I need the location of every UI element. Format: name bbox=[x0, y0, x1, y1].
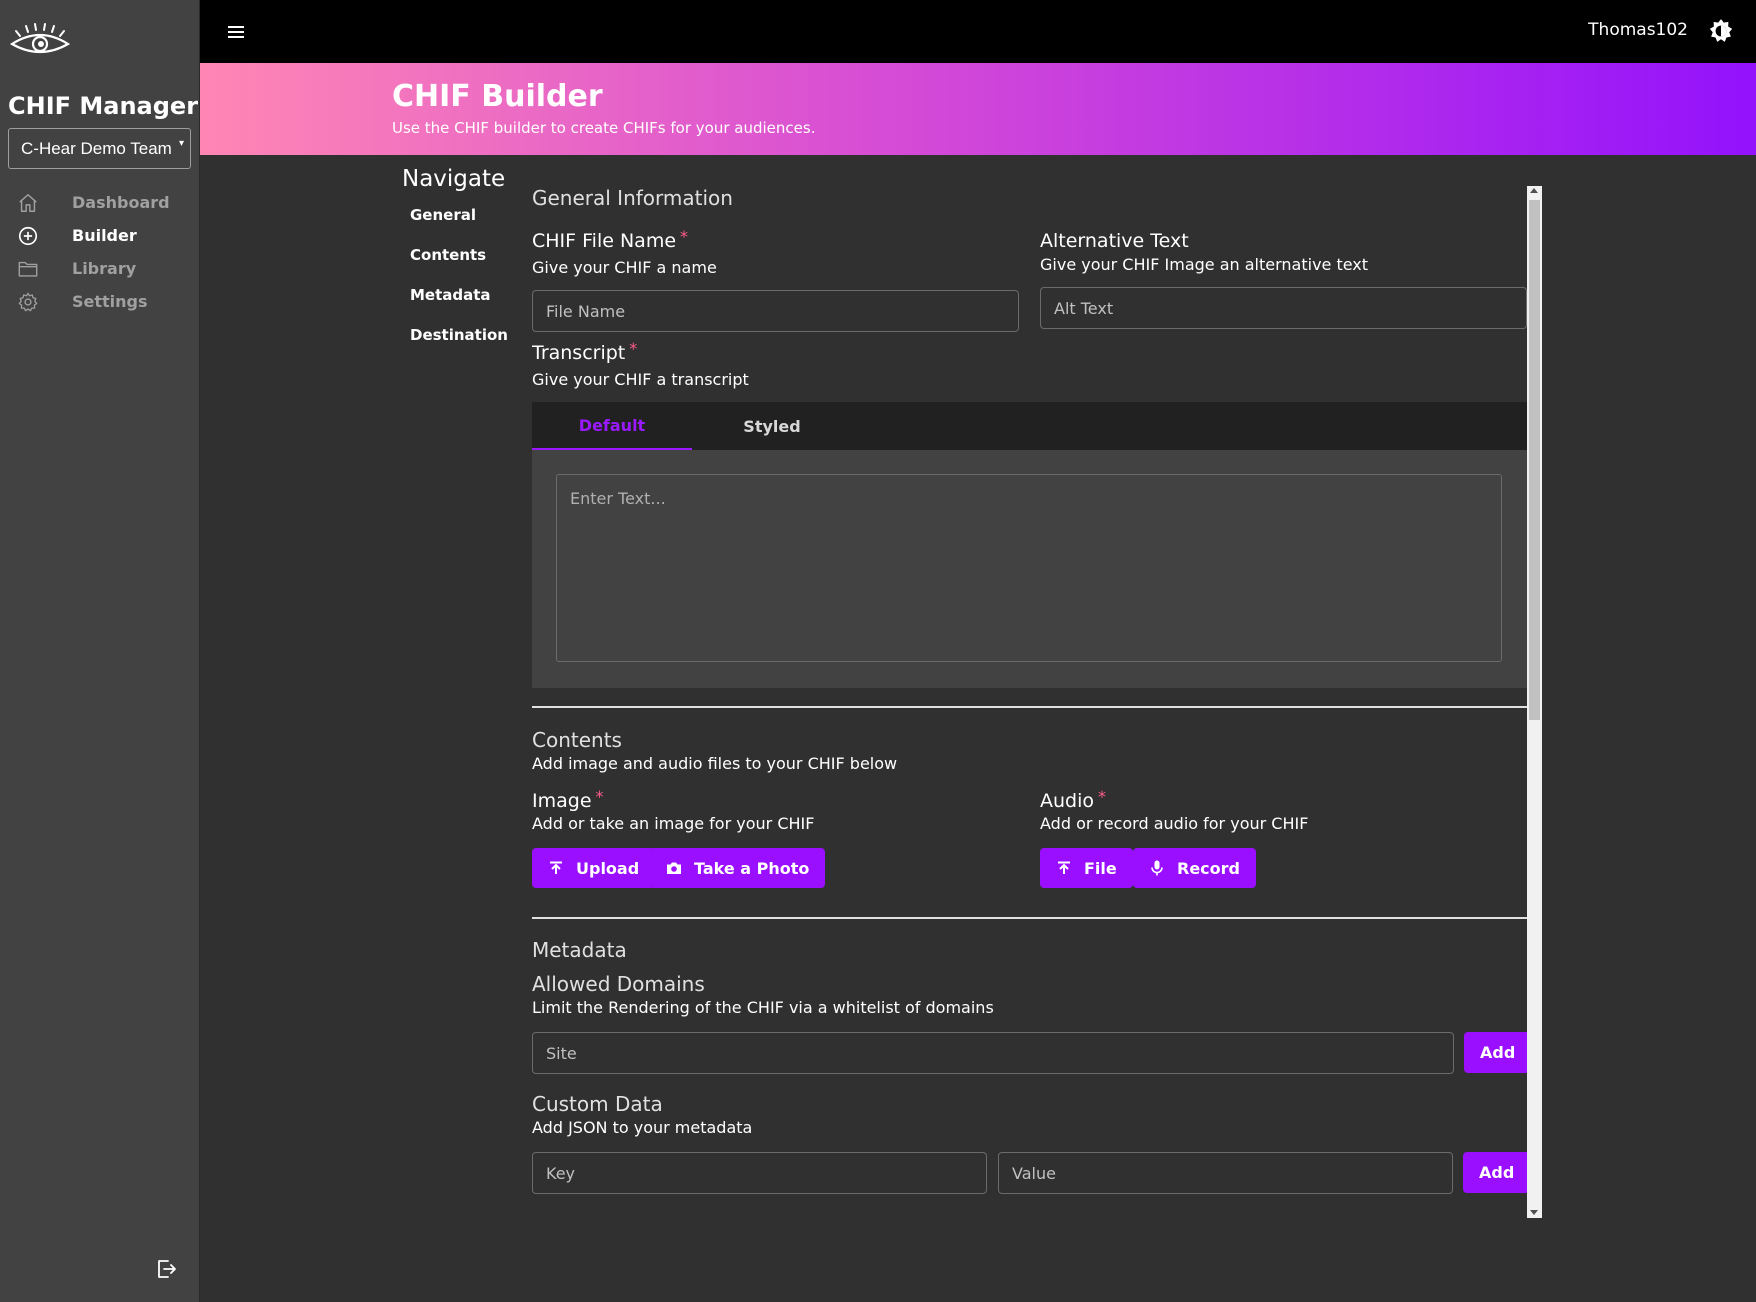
required-marker: * bbox=[629, 339, 638, 358]
transcript-tabs: Default Styled bbox=[532, 402, 1527, 450]
username[interactable]: Thomas102 bbox=[1588, 20, 1688, 40]
microphone-icon bbox=[1149, 860, 1165, 876]
section-divider bbox=[532, 917, 1527, 919]
transcript-label: Transcript * bbox=[532, 339, 638, 364]
add-domain-button[interactable]: Add bbox=[1464, 1032, 1532, 1073]
page-subtitle: Use the CHIF builder to create CHIFs for… bbox=[392, 119, 816, 137]
nav-link-destination[interactable]: Destination bbox=[410, 326, 508, 366]
eye-logo-icon bbox=[9, 23, 71, 54]
sidebar-item-label: Library bbox=[72, 259, 137, 278]
upload-icon bbox=[548, 860, 564, 876]
scroll-down-arrow[interactable] bbox=[1530, 1210, 1538, 1215]
team-select-value: C-Hear Demo Team bbox=[21, 139, 172, 158]
app-title: CHIF Manager bbox=[8, 92, 199, 120]
button-label: File bbox=[1084, 858, 1117, 878]
theme-toggle-icon[interactable] bbox=[1708, 18, 1734, 44]
metadata-section-title: Metadata bbox=[532, 938, 627, 962]
input-placeholder: Site bbox=[546, 1043, 577, 1063]
input-placeholder: Value bbox=[1012, 1163, 1056, 1183]
image-label: Image * bbox=[532, 787, 604, 812]
logout-icon[interactable] bbox=[154, 1257, 178, 1281]
file-name-label: CHIF File Name * bbox=[532, 227, 689, 252]
audio-label: Audio * bbox=[1040, 787, 1107, 812]
field-label: CHIF File Name bbox=[532, 230, 677, 252]
button-label: Add bbox=[1480, 1043, 1516, 1062]
sidebar-nav: Dashboard Builder Library Settings bbox=[0, 186, 200, 318]
upload-icon bbox=[1056, 860, 1072, 876]
tab-default[interactable]: Default bbox=[532, 402, 692, 450]
top-app-bar: Thomas102 bbox=[200, 0, 1756, 63]
custom-data-label: Custom Data bbox=[532, 1092, 663, 1116]
contents-section-title: Contents bbox=[532, 728, 622, 752]
chevron-down-icon: ▾ bbox=[178, 138, 184, 149]
site-input[interactable]: Site bbox=[532, 1032, 1454, 1074]
sidebar-item-settings[interactable]: Settings bbox=[0, 285, 200, 318]
home-icon bbox=[16, 191, 40, 215]
sidebar-item-label: Builder bbox=[72, 226, 137, 245]
nav-link-metadata[interactable]: Metadata bbox=[410, 286, 508, 326]
general-section-title: General Information bbox=[532, 186, 733, 210]
custom-data-help: Add JSON to your metadata bbox=[532, 1118, 753, 1137]
transcript-textarea[interactable]: Enter Text... bbox=[556, 474, 1502, 662]
nav-link-contents[interactable]: Contents bbox=[410, 246, 508, 286]
file-name-help: Give your CHIF a name bbox=[532, 258, 717, 277]
field-label: Image bbox=[532, 790, 592, 812]
button-label: Add bbox=[1479, 1163, 1515, 1182]
section-divider bbox=[532, 706, 1527, 708]
team-select[interactable]: C-Hear Demo Team ▾ bbox=[8, 128, 191, 169]
transcript-editor-panel: Enter Text... bbox=[532, 450, 1527, 688]
page-title: CHIF Builder bbox=[392, 79, 603, 114]
key-input[interactable]: Key bbox=[532, 1152, 987, 1194]
upload-image-button[interactable]: Upload bbox=[532, 848, 656, 888]
allowed-domains-label: Allowed Domains bbox=[532, 972, 705, 996]
form-scrollbar[interactable] bbox=[1527, 186, 1542, 1218]
sidebar: CHIF Manager C-Hear Demo Team ▾ Dashboar… bbox=[0, 0, 200, 1302]
sidebar-item-label: Dashboard bbox=[72, 193, 170, 212]
sidebar-item-library[interactable]: Library bbox=[0, 252, 200, 285]
alt-text-input[interactable]: Alt Text bbox=[1040, 287, 1527, 329]
sidebar-item-label: Settings bbox=[72, 292, 148, 311]
camera-icon bbox=[666, 860, 682, 876]
hamburger-menu-icon[interactable] bbox=[224, 20, 248, 44]
audio-file-button[interactable]: File bbox=[1040, 848, 1133, 888]
button-label: Upload bbox=[576, 858, 640, 878]
allowed-domains-help: Limit the Rendering of the CHIF via a wh… bbox=[532, 998, 994, 1017]
value-input[interactable]: Value bbox=[998, 1152, 1453, 1194]
record-audio-button[interactable]: Record bbox=[1133, 848, 1256, 888]
field-label: Transcript bbox=[532, 342, 626, 364]
page-header-banner: CHIF Builder Use the CHIF builder to cre… bbox=[200, 63, 1756, 155]
navigate-heading: Navigate bbox=[402, 166, 506, 192]
alt-text-label: Alternative Text bbox=[1040, 230, 1189, 252]
file-name-input[interactable]: File Name bbox=[532, 290, 1019, 332]
add-custom-data-button[interactable]: Add bbox=[1463, 1152, 1531, 1193]
input-placeholder: Key bbox=[546, 1163, 576, 1183]
section-navigation: Navigate General Contents Metadata Desti… bbox=[402, 166, 508, 366]
contents-help: Add image and audio files to your CHIF b… bbox=[532, 754, 898, 773]
scroll-thumb[interactable] bbox=[1529, 200, 1540, 720]
input-placeholder: File Name bbox=[546, 301, 626, 321]
tab-styled[interactable]: Styled bbox=[692, 402, 852, 450]
button-label: Take a Photo bbox=[694, 858, 810, 878]
gear-icon bbox=[16, 290, 40, 314]
sidebar-item-builder[interactable]: Builder bbox=[0, 219, 200, 252]
builder-form: General Information CHIF File Name * Give… bbox=[532, 186, 1532, 1218]
folder-icon bbox=[16, 257, 40, 281]
image-help: Add or take an image for your CHIF bbox=[532, 814, 815, 833]
scroll-up-arrow[interactable] bbox=[1530, 188, 1538, 193]
button-label: Record bbox=[1177, 858, 1240, 878]
required-marker: * bbox=[595, 787, 604, 806]
add-circle-icon bbox=[16, 224, 40, 248]
required-marker: * bbox=[680, 227, 689, 246]
take-photo-button[interactable]: Take a Photo bbox=[650, 848, 826, 888]
input-placeholder: Alt Text bbox=[1054, 298, 1114, 318]
audio-help: Add or record audio for your CHIF bbox=[1040, 814, 1309, 833]
required-marker: * bbox=[1098, 787, 1107, 806]
nav-link-general[interactable]: General bbox=[410, 206, 508, 246]
alt-text-help: Give your CHIF Image an alternative text bbox=[1040, 255, 1369, 274]
sidebar-item-dashboard[interactable]: Dashboard bbox=[0, 186, 200, 219]
transcript-help: Give your CHIF a transcript bbox=[532, 370, 749, 389]
textarea-placeholder: Enter Text... bbox=[570, 489, 666, 508]
field-label: Audio bbox=[1040, 790, 1095, 812]
